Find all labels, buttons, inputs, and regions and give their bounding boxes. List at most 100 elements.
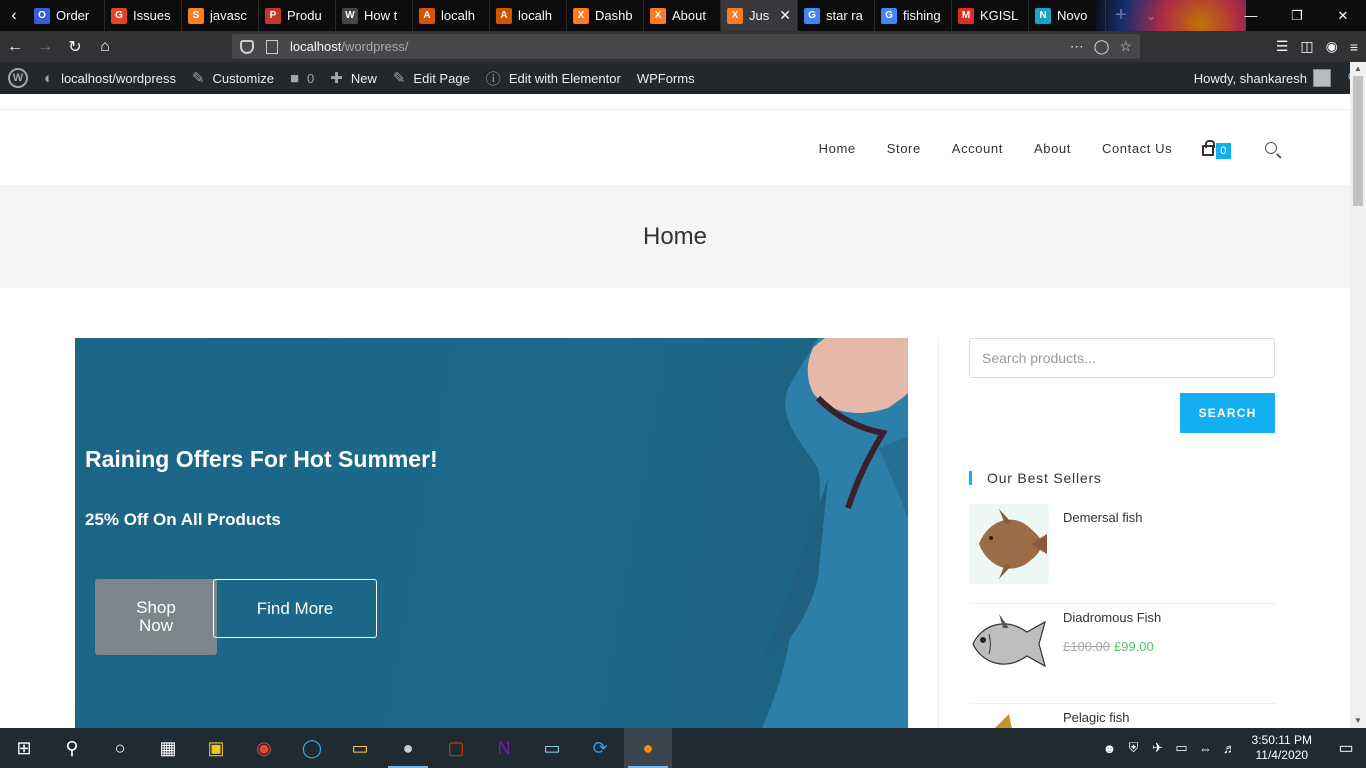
page-title: Home <box>642 222 708 250</box>
tab-label: star ra <box>826 8 863 23</box>
demersal-fish-thumbnail[interactable] <box>969 504 1049 584</box>
browser-tab[interactable]: X About <box>644 0 721 31</box>
pocket-icon[interactable]: ◯ <box>1094 38 1110 55</box>
browser-tab[interactable]: Alocalh <box>413 0 490 31</box>
tab-scroll-left-icon[interactable]: ‹ <box>0 0 28 31</box>
nav-item-about[interactable]: About <box>1034 141 1071 156</box>
nav-item-contact-us[interactable]: Contact Us <box>1102 141 1172 156</box>
scroll-down-icon[interactable]: ▼ <box>1350 714 1366 728</box>
best-sellers-title: Our Best Sellers <box>969 471 1275 485</box>
browser-tab[interactable]: P Produ <box>259 0 336 31</box>
maximize-button[interactable]: ❐ <box>1274 0 1320 31</box>
bookmark-star-icon[interactable]: ☆ <box>1119 38 1132 55</box>
product-search-input[interactable]: Search products... <box>969 338 1275 378</box>
teamviewer-icon[interactable]: ⇔ <box>1194 741 1218 756</box>
tab-favicon-icon: X <box>573 7 589 24</box>
home-button[interactable]: ⌂ <box>90 31 120 62</box>
wp-admin-bar: W ◐ localhost/wordpress ✎ Customize ■ 0 ✚ Ne… <box>0 62 1366 94</box>
vscode-icon[interactable]: ⟳ <box>576 728 624 768</box>
cart-button[interactable]: 0 <box>1202 137 1231 159</box>
search-icon[interactable] <box>1265 142 1277 154</box>
url-bar[interactable]: localhost/wordpress/ ⋯ ◯ ☆ <box>232 34 1140 59</box>
security-icon[interactable]: ⛨ <box>1122 740 1146 756</box>
battery-icon[interactable]: ▭ <box>1170 740 1194 756</box>
wp-site-link[interactable]: ◐ localhost/wordpress <box>36 62 184 94</box>
product-name[interactable]: Demersal fish <box>1063 510 1142 525</box>
people-icon[interactable]: ☻ <box>1098 741 1122 756</box>
browser-tab[interactable]: X Jus ✕ <box>721 0 798 31</box>
product-name[interactable]: Pelagic fish <box>1063 710 1129 725</box>
browser-tab[interactable]: M KGISL <box>952 0 1029 31</box>
chrome-icon[interactable]: ◉ <box>240 728 288 768</box>
browser-tab[interactable]: Gstar ra <box>798 0 875 31</box>
browser-navbar: ← → ↻ ⌂ localhost/wordpress/ ⋯ ◯ ☆ ☰ ◫ ◉… <box>0 31 1366 62</box>
edge-icon[interactable]: ◯ <box>288 728 336 768</box>
cortana-icon[interactable]: ○ <box>96 728 144 768</box>
wp-edit-page-link[interactable]: ✎ Edit Page <box>385 62 478 94</box>
nav-item-home[interactable]: Home <box>819 141 856 156</box>
search-icon[interactable]: ⚲ <box>48 728 96 768</box>
office-icon[interactable]: ▢ <box>432 728 480 768</box>
product-info: Demersal fish <box>1063 504 1142 603</box>
file-explorer-icon[interactable]: ▭ <box>336 728 384 768</box>
browser-tab[interactable]: W How t <box>336 0 413 31</box>
close-window-button[interactable]: ✕ <box>1320 0 1366 31</box>
wp-comments-link[interactable]: ■ 0 <box>282 62 322 94</box>
forward-button[interactable]: → <box>30 31 60 62</box>
minimize-button[interactable]: — <box>1228 0 1274 31</box>
reload-button[interactable]: ↻ <box>60 31 90 62</box>
firefox-icon[interactable]: ● <box>624 728 672 768</box>
browser-tab[interactable]: G Issues <box>105 0 182 31</box>
page-scrollbar[interactable]: ▲ ▼ <box>1350 62 1366 728</box>
scroll-up-icon[interactable]: ▲ <box>1350 62 1366 76</box>
close-tab-icon[interactable]: ✕ <box>779 7 791 24</box>
browser-tab[interactable]: Alocalh <box>490 0 567 31</box>
pelagic-fish-thumbnail[interactable] <box>969 704 1049 728</box>
task-view-icon[interactable]: ▦ <box>144 728 192 768</box>
nav-item-account[interactable]: Account <box>952 141 1003 156</box>
find-more-button[interactable]: Find More <box>213 579 377 638</box>
browser-tab[interactable]: Sjavasc <box>182 0 259 31</box>
header-top-divider <box>0 109 1350 110</box>
library-icon[interactable]: ☰ <box>1276 38 1289 55</box>
wp-wpforms-link[interactable]: WPForms <box>629 62 703 94</box>
sidebar-icon[interactable]: ◫ <box>1300 38 1313 55</box>
browser-tab[interactable]: N Novo <box>1029 0 1106 31</box>
wp-admin-bar-right: Howdy, shankaresh ⚲ <box>1186 62 1366 94</box>
original-price: £100.00 <box>1063 639 1110 654</box>
store-icon[interactable]: ▣ <box>192 728 240 768</box>
windows-start-icon[interactable]: ⊞ <box>0 728 48 768</box>
wp-new-link[interactable]: ✚ New <box>322 62 385 94</box>
notification-icon[interactable]: ▭ <box>1326 738 1366 758</box>
browser-tab[interactable]: O Order <box>28 0 105 31</box>
nav-item-store[interactable]: Store <box>887 141 921 156</box>
diadromous-fish-thumbnail[interactable] <box>969 604 1049 684</box>
browser-tab[interactable]: X Dashb <box>567 0 644 31</box>
clock[interactable]: 3:50:11 PM 11/4/2020 <box>1252 733 1312 763</box>
back-button[interactable]: ← <box>0 31 30 62</box>
account-icon[interactable]: ◉ <box>1326 38 1338 55</box>
wp-elementor-link[interactable]: ⓘ Edit with Elementor <box>478 62 629 94</box>
page-info-icon[interactable] <box>266 39 278 54</box>
app-icon[interactable]: ● <box>384 728 432 768</box>
url-text[interactable]: localhost/wordpress/ <box>290 39 409 54</box>
wp-customize-link[interactable]: ✎ Customize <box>184 62 282 94</box>
page-actions-icon[interactable]: ⋯ <box>1070 38 1084 55</box>
tracking-shield-icon[interactable] <box>240 39 254 54</box>
scrollbar-thumb[interactable] <box>1353 76 1363 206</box>
wp-account-menu[interactable]: Howdy, shankaresh <box>1186 62 1339 94</box>
window-controls: — ❐ ✕ <box>1228 0 1366 31</box>
network-icon[interactable]: ✈ <box>1146 740 1170 756</box>
shop-now-button[interactable]: Shop Now <box>95 579 217 655</box>
notes-icon[interactable]: ▭ <box>528 728 576 768</box>
wp-logo-menu[interactable]: W <box>0 62 36 94</box>
menu-icon[interactable]: ≡ <box>1350 39 1358 55</box>
brush-icon: ✎ <box>191 70 205 87</box>
volume-icon[interactable]: ♬ <box>1218 741 1242 756</box>
search-button[interactable]: SEARCH <box>1180 393 1275 433</box>
onenote-icon[interactable]: N <box>480 728 528 768</box>
url-actions: ⋯ ◯ ☆ <box>1070 38 1140 55</box>
page-header: Home <box>0 185 1350 288</box>
browser-tab[interactable]: Gfishing <box>875 0 952 31</box>
product-name[interactable]: Diadromous Fish <box>1063 610 1161 625</box>
